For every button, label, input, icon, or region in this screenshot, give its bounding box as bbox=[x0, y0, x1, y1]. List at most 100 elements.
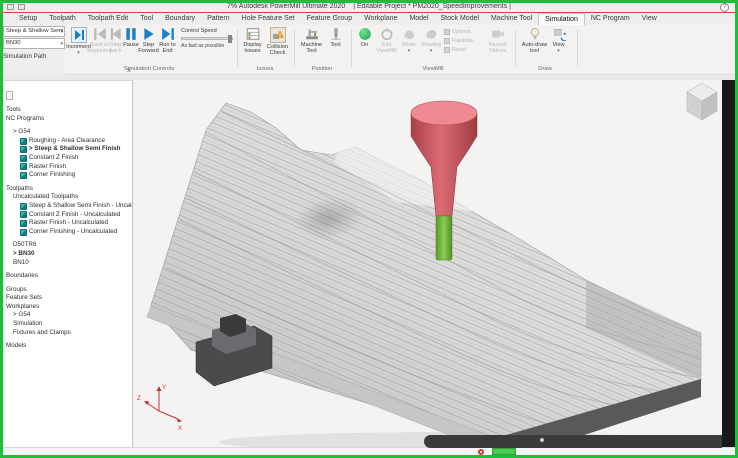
axis-label-x: X bbox=[178, 426, 182, 432]
tree-item[interactable]: > Steep & Shallow Semi Finish bbox=[3, 145, 132, 154]
tree-item[interactable]: Constant Z Finish - Uncalculated bbox=[3, 211, 132, 220]
tree-item[interactable]: > G54 bbox=[3, 311, 132, 320]
tree-item[interactable]: Boundaries bbox=[3, 272, 132, 281]
toolpath-combo[interactable]: Steep & Shallow Semi Fi ▾ bbox=[3, 26, 65, 37]
tree-item[interactable]: Corner Finishing - Uncalculated bbox=[3, 228, 132, 237]
tool-tip bbox=[436, 216, 452, 260]
tool-position-button[interactable]: Tool bbox=[326, 27, 345, 71]
viewmill-options-button[interactable]: Options bbox=[444, 29, 482, 35]
tree-item[interactable]: Raster Finish - Uncalculated bbox=[3, 219, 132, 228]
run-to-end-button[interactable]: Run to End bbox=[158, 27, 177, 71]
tab-machine-tool[interactable]: Machine Tool bbox=[485, 13, 538, 25]
tree-item-label: Corner Finishing - Uncalculated bbox=[29, 228, 117, 237]
tree-item[interactable]: Tools bbox=[3, 106, 132, 115]
tab-model[interactable]: Model bbox=[403, 13, 434, 25]
draw-view-button[interactable]: View ▾ bbox=[549, 27, 568, 71]
tree-item-label: Fixtures and Clamps bbox=[13, 329, 71, 338]
tree-item[interactable]: Groups bbox=[3, 286, 132, 295]
title-bar: 7% Autodesk PowerMill Ultimate 2020 | Ed… bbox=[3, 3, 735, 12]
tab-setup[interactable]: Setup bbox=[13, 13, 43, 25]
chevron-down-icon: ▾ bbox=[77, 51, 80, 55]
tab-stock-model[interactable]: Stock Model bbox=[435, 13, 486, 25]
tree-item[interactable]: Toolpaths bbox=[3, 185, 132, 194]
tab-pattern[interactable]: Pattern bbox=[201, 13, 236, 25]
group-separator bbox=[515, 29, 516, 67]
record-videos-button[interactable]: Record Videos bbox=[484, 27, 511, 71]
tab-bar: SetupToolpathToolpath EditToolBoundaryPa… bbox=[3, 13, 735, 25]
toolpath-icon bbox=[20, 155, 27, 162]
tree-item[interactable]: Models bbox=[3, 342, 132, 351]
toolpath-icon bbox=[20, 229, 27, 236]
tree-item[interactable]: D50TR6 bbox=[3, 241, 132, 250]
tab-toolpath-edit[interactable]: Toolpath Edit bbox=[82, 13, 134, 25]
tree-item-label: > G54 bbox=[13, 311, 30, 320]
toolpath-icon bbox=[20, 172, 27, 179]
viewmill-on-button[interactable]: On bbox=[355, 27, 374, 71]
back-to-beginning-button[interactable]: Back to beginning bbox=[91, 27, 108, 71]
tree-item[interactable]: NC Programs bbox=[3, 115, 132, 124]
tree-item[interactable]: Simulation bbox=[3, 320, 132, 329]
help-icon[interactable]: ? bbox=[720, 3, 729, 12]
group-separator bbox=[351, 29, 352, 67]
tree-item[interactable]: Workplanes bbox=[3, 303, 132, 312]
chevron-down-icon: ▾ bbox=[408, 49, 411, 53]
chevron-down-icon: ▾ bbox=[557, 49, 560, 53]
viewport-3d[interactable]: Y X Z bbox=[134, 80, 722, 447]
powermill-window: { "window": { "title": "7% Autodesk Powe… bbox=[0, 0, 738, 458]
tab-view[interactable]: View bbox=[636, 13, 663, 25]
tree-item[interactable]: Uncalculated Toolpaths bbox=[3, 193, 132, 202]
simulation-entity-panel: Steep & Shallow Semi Fi ▾ BN30 ▾ Simulat… bbox=[3, 26, 65, 76]
group-label-position: Position bbox=[296, 66, 348, 72]
tree-item-label: NC Programs bbox=[6, 115, 44, 124]
control-speed-block: Control Speed As fast as possible bbox=[181, 28, 233, 49]
step-forward-button[interactable]: Step Forward bbox=[139, 27, 158, 71]
tree-item[interactable]: Corner Finishing bbox=[3, 171, 132, 180]
tree-item[interactable]: BN10 bbox=[3, 259, 132, 268]
collision-warning-icon bbox=[270, 27, 286, 43]
slider-thumb[interactable] bbox=[228, 35, 232, 43]
view-cube[interactable] bbox=[687, 83, 717, 120]
lightbulb-icon bbox=[528, 27, 542, 41]
collision-check-button[interactable]: Collision Check bbox=[265, 27, 290, 71]
speed-slider[interactable] bbox=[181, 37, 233, 40]
tab-workplane[interactable]: Workplane bbox=[358, 13, 403, 25]
tree-item-label: Raster Finish - Uncalculated bbox=[29, 219, 108, 228]
machine-tool-button[interactable]: Machine Tool bbox=[298, 27, 325, 71]
display-issues-button[interactable]: Display Issues bbox=[241, 27, 264, 71]
auto-draw-tool-button[interactable]: Auto-draw tool bbox=[521, 27, 548, 71]
tree-item[interactable]: Constant Z Finish bbox=[3, 154, 132, 163]
tab-tool[interactable]: Tool bbox=[134, 13, 159, 25]
tree-item[interactable]: Steep & Shallow Semi Finish - Uncalculat… bbox=[3, 202, 132, 211]
tree-item[interactable]: Raster Finish bbox=[3, 163, 132, 172]
toolpath-icon bbox=[20, 138, 27, 145]
tree-item[interactable]: > BN30 bbox=[3, 250, 132, 259]
viewmill-shading-button[interactable]: Shading ▾ bbox=[420, 27, 442, 71]
step-back-button[interactable]: Step back bbox=[108, 27, 123, 71]
viewmill-reset-button[interactable]: Reset bbox=[444, 47, 482, 53]
close-icon[interactable]: × bbox=[124, 66, 134, 76]
tab-boundary[interactable]: Boundary bbox=[159, 13, 201, 25]
tree-item[interactable]: Feature Sets bbox=[3, 294, 132, 303]
issues-table-icon bbox=[246, 27, 260, 41]
tree-item[interactable]: Roughing - Area Clearance bbox=[3, 137, 132, 146]
viewmill-mode-button[interactable]: Mode ▾ bbox=[399, 27, 419, 71]
pause-button[interactable]: Pause bbox=[123, 27, 139, 71]
group-label-simulation-controls: Simulation Controls bbox=[65, 66, 233, 72]
project-name: | Editable Project * PM2020_SpeedImprove… bbox=[353, 3, 511, 10]
tab-hole-feature-set[interactable]: Hole Feature Set bbox=[236, 13, 301, 25]
tool-combo[interactable]: BN30 ▾ bbox=[3, 38, 65, 49]
tree-item[interactable]: > G54 bbox=[3, 128, 132, 137]
axis-label-z: Z bbox=[137, 396, 141, 402]
tab-feature-group[interactable]: Feature Group bbox=[301, 13, 359, 25]
tab-nc-program[interactable]: NC Program bbox=[585, 13, 636, 25]
skip-to-start-icon bbox=[93, 27, 107, 41]
background-strip bbox=[722, 76, 735, 447]
shading-icon bbox=[424, 27, 438, 41]
viewmill-rainbow-button[interactable]: Rainbow bbox=[444, 38, 482, 44]
tab-simulation[interactable]: Simulation bbox=[538, 13, 585, 25]
viewmill-on-icon bbox=[358, 27, 372, 41]
taskbar bbox=[424, 435, 722, 448]
exit-viewmill-button[interactable]: Exit ViewMill bbox=[375, 27, 398, 71]
tree-item[interactable]: Fixtures and Clamps bbox=[3, 329, 132, 338]
tab-toolpath[interactable]: Toolpath bbox=[43, 13, 81, 25]
